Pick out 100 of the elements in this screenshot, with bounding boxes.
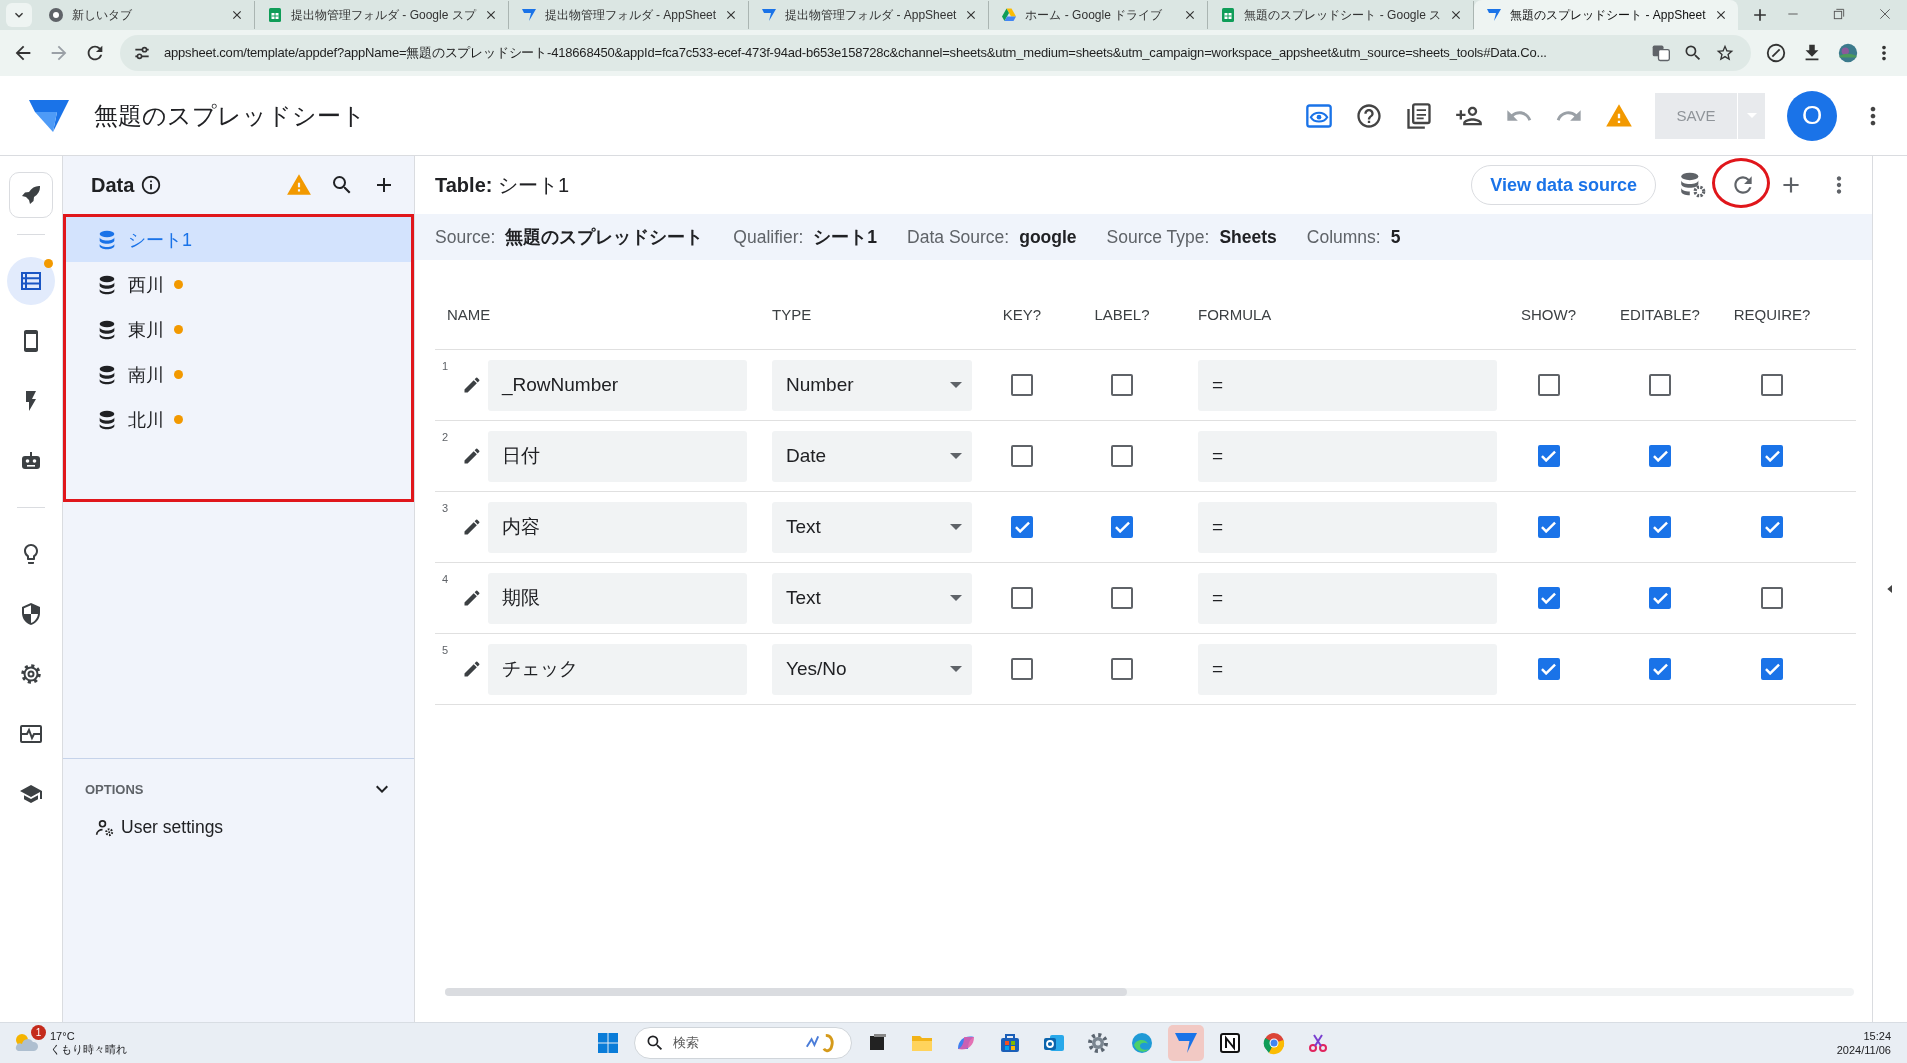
formula-field[interactable]: =	[1198, 359, 1497, 411]
table-list-item[interactable]: 南川	[66, 352, 411, 397]
logo-icon[interactable]	[28, 97, 70, 134]
clock-date: 2024/11/06	[1836, 1043, 1891, 1058]
nav-button[interactable]	[7, 257, 55, 305]
star-icon[interactable]	[1715, 43, 1735, 63]
column-header: TYPE	[772, 305, 813, 323]
checkbox[interactable]	[1761, 445, 1783, 467]
panel-title: Data	[91, 173, 135, 197]
checkbox[interactable]	[1761, 587, 1783, 609]
column-header: LABEL?	[1093, 305, 1151, 323]
check-icon	[1652, 521, 1668, 533]
type-dropdown[interactable]: Text	[772, 572, 972, 624]
help-icon[interactable]	[1355, 101, 1383, 130]
checkbox[interactable]	[1111, 658, 1133, 680]
check-icon	[1652, 450, 1668, 462]
checkbox[interactable]	[1111, 374, 1133, 396]
caret-icon	[950, 453, 962, 459]
checkbox[interactable]	[1111, 516, 1133, 538]
menu-item[interactable]: User settings	[95, 817, 394, 838]
table-icon	[19, 269, 43, 293]
close-icon[interactable]	[1877, 6, 1893, 22]
name-field[interactable]: 日付	[488, 430, 747, 482]
view-data-source-button[interactable]: View data source	[1471, 165, 1656, 205]
checkbox[interactable]	[1537, 516, 1560, 538]
documents-icon[interactable]	[1405, 101, 1433, 130]
browser-tab[interactable]: 無題のスプレッドシート - Google ス	[1208, 1, 1475, 29]
name-field[interactable]: 期限	[488, 572, 747, 624]
browser-tab[interactable]: ホーム - Google ドライブ	[989, 1, 1209, 29]
name-field[interactable]: 内容	[488, 501, 747, 553]
checkbox[interactable]	[1011, 587, 1033, 609]
spreadsheet-icon	[1220, 7, 1237, 23]
check-icon	[1764, 521, 1780, 533]
caret-icon	[950, 595, 962, 601]
table-list-item[interactable]: 東川	[66, 307, 411, 352]
search-field[interactable]: 検索	[634, 1027, 852, 1059]
circle-logo-icon	[1262, 1031, 1286, 1055]
formula-field[interactable]: =	[1198, 643, 1497, 695]
checkbox[interactable]	[1649, 658, 1671, 680]
name-field[interactable]: _RowNumber	[488, 359, 747, 411]
checkbox[interactable]	[1537, 587, 1560, 609]
tab-list-button[interactable]	[6, 3, 32, 27]
scrollbar-thumb[interactable]	[445, 988, 1127, 996]
check-icon	[1014, 521, 1030, 533]
account-avatar[interactable]: O	[1787, 90, 1837, 141]
logo-icon	[761, 7, 778, 23]
formula-field[interactable]: =	[1198, 430, 1497, 482]
address-bar[interactable]: appsheet.com/template/appdef?appName=無題のスプレッドシート-418668450&appId=fca7c533-ecef-473f-94ad-b653e158728c&channel=sheets&utm_medium=sheets&utm_campaign=workspace_appsheet&utm_source=sheets_tools#Data.Co...	[120, 35, 1751, 71]
column-header: NAME	[446, 305, 492, 323]
checkbox[interactable]	[1649, 445, 1671, 467]
database-settings-icon[interactable]	[1678, 170, 1708, 200]
formula-field[interactable]: =	[1198, 501, 1497, 553]
checkbox[interactable]	[1011, 374, 1033, 396]
type-dropdown[interactable]: Number	[772, 359, 972, 411]
checkbox[interactable]	[1537, 374, 1560, 396]
check-icon	[1652, 592, 1668, 604]
type-dropdown[interactable]: Yes/No	[772, 643, 972, 695]
browser-tab[interactable]: 提出物管理フォルダ - AppSheet	[749, 1, 990, 29]
checkbox[interactable]	[1761, 658, 1783, 680]
avatar-icon[interactable]	[1837, 42, 1859, 64]
checkbox[interactable]	[1011, 516, 1033, 538]
checkbox[interactable]	[1537, 445, 1560, 467]
search-icon	[645, 1033, 665, 1053]
table-list-item[interactable]: 北川	[66, 397, 411, 442]
checkbox[interactable]	[1761, 516, 1783, 538]
browser-tab[interactable]: 提出物管理フォルダ - Google スプ	[255, 1, 509, 29]
logo-icon	[1174, 1031, 1198, 1055]
spreadsheet-icon	[267, 7, 283, 23]
formula-field[interactable]: =	[1198, 572, 1497, 624]
person-gear-icon	[95, 817, 115, 838]
browser-tab[interactable]: 無題のスプレッドシート - AppSheet	[1474, 0, 1738, 30]
table-title: Table: シート1	[435, 172, 570, 198]
checkbox[interactable]	[1111, 587, 1133, 609]
nav-button[interactable]	[9, 172, 53, 218]
name-field[interactable]: チェック	[488, 643, 747, 695]
checkbox[interactable]	[1011, 445, 1033, 467]
type-dropdown[interactable]: Date	[772, 430, 972, 482]
zoom-icon[interactable]	[1683, 43, 1703, 63]
preview-icon[interactable]	[1305, 101, 1333, 130]
column-header: EDITABLE?	[1619, 305, 1701, 323]
checkbox[interactable]	[1761, 374, 1783, 396]
browser-tab[interactable]: 提出物管理フォルダ - AppSheet	[508, 1, 750, 29]
caret-icon	[950, 524, 962, 530]
checkbox[interactable]	[1537, 658, 1560, 680]
restore-icon[interactable]	[1831, 6, 1847, 22]
row-number: 3	[440, 502, 450, 514]
circle-logo-icon	[48, 7, 64, 23]
checkbox[interactable]	[1011, 658, 1033, 680]
translate-icon[interactable]	[1651, 43, 1671, 63]
checkbox[interactable]	[1111, 445, 1133, 467]
info-icon[interactable]	[140, 174, 163, 196]
type-dropdown[interactable]: Text	[772, 501, 972, 553]
checkbox[interactable]	[1649, 516, 1671, 538]
checkbox[interactable]	[1649, 587, 1671, 609]
rocket-icon	[19, 183, 43, 207]
info-label: Columns:	[1306, 226, 1381, 248]
checkbox[interactable]	[1649, 374, 1671, 396]
close-icon[interactable]	[230, 8, 244, 22]
table-list-item[interactable]: 西川	[66, 262, 411, 307]
browser-tab[interactable]: 新しいタブ	[36, 1, 255, 29]
